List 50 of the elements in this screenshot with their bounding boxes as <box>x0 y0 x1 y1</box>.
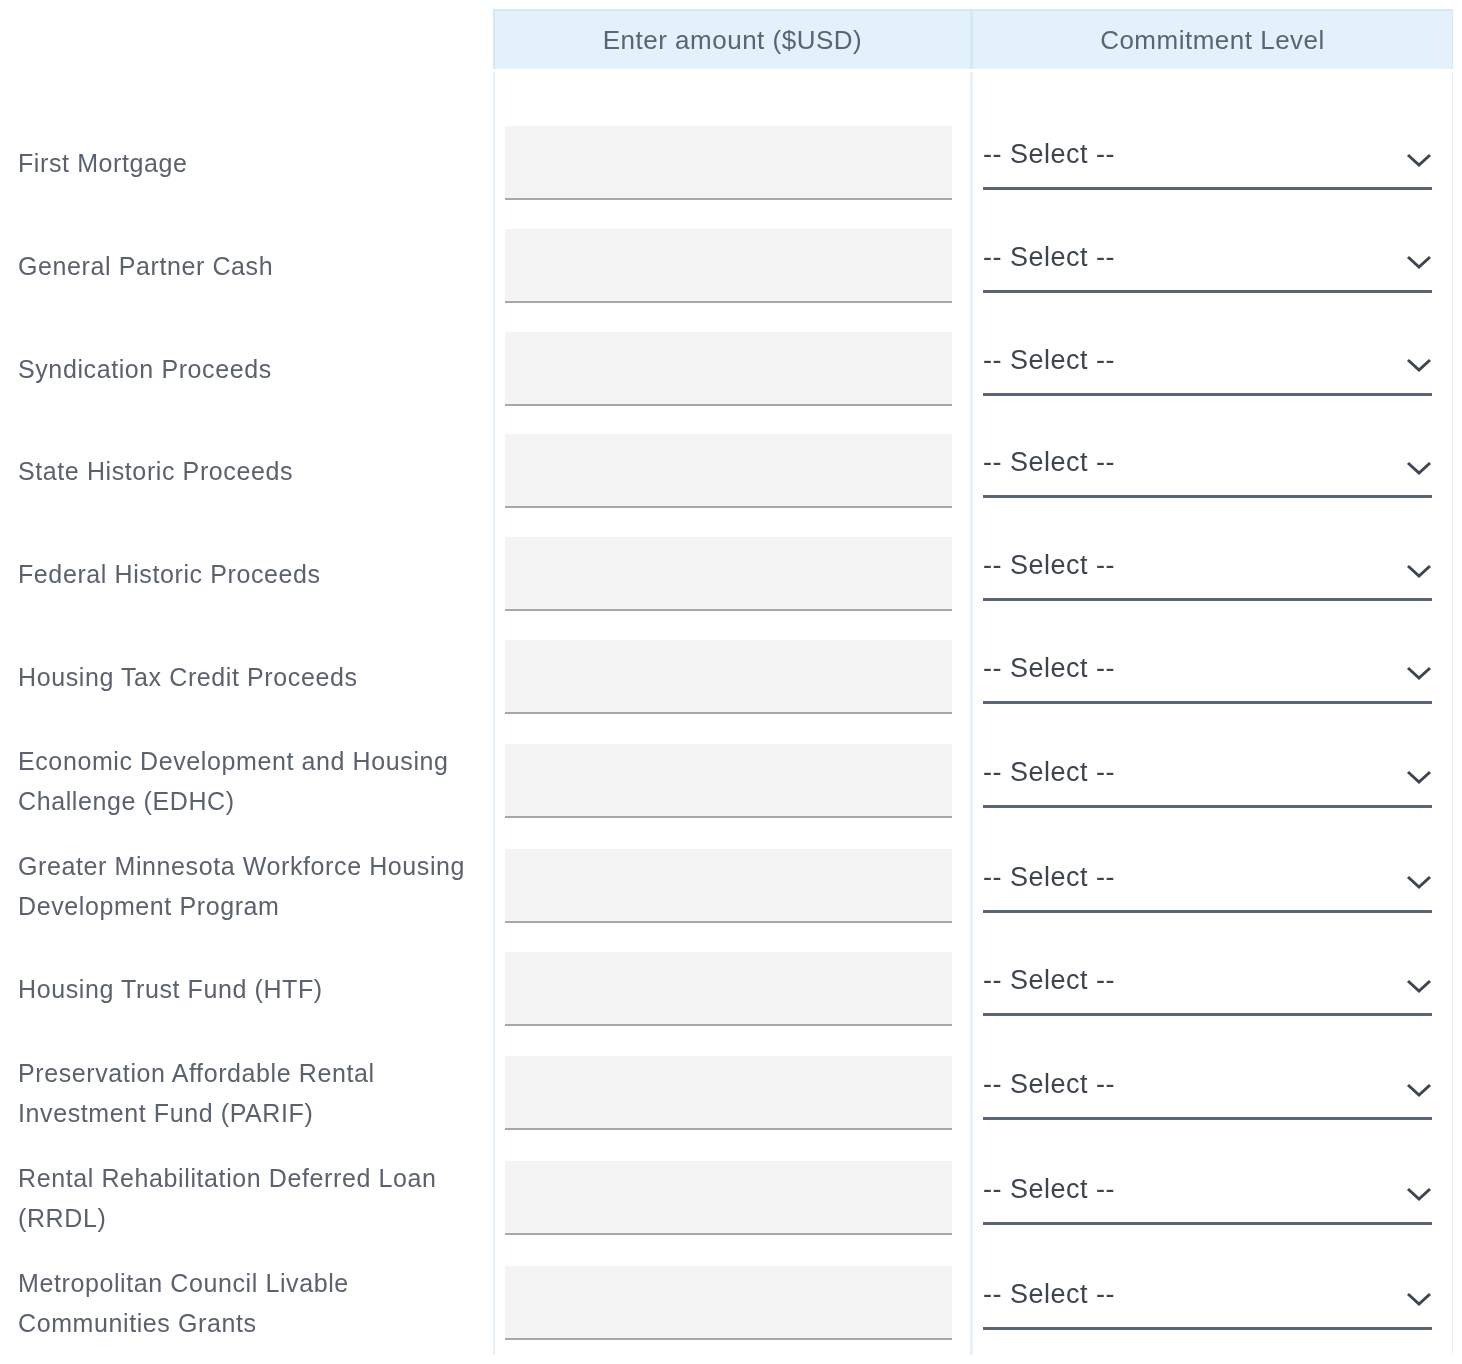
row-label: General Partner Cash <box>18 250 274 282</box>
commitment-select[interactable]: -- Select -- <box>983 1160 1432 1225</box>
row-label: Federal Historic Proceeds <box>18 559 321 591</box>
chevron-down-icon <box>1406 769 1432 786</box>
chevron-down-icon <box>1406 1081 1432 1098</box>
commitment-select[interactable]: -- Select -- <box>983 743 1432 808</box>
row-label: Rental Rehabilitation Deferred Loan (RRDL) <box>18 1162 438 1234</box>
commitment-select[interactable]: -- Select -- <box>983 952 1432 1017</box>
chevron-down-icon <box>1406 357 1432 374</box>
row-label: Metropolitan Council Livable Communities Grants <box>18 1267 350 1339</box>
commitment-select[interactable]: -- Select -- <box>983 537 1432 602</box>
chevron-down-icon <box>1406 459 1432 476</box>
chevron-down-icon <box>1406 562 1432 579</box>
commitment-select[interactable]: -- Select -- <box>983 1056 1432 1121</box>
row-label: State Historic Proceeds <box>18 456 294 488</box>
amount-input-field[interactable] <box>505 1056 952 1131</box>
amount-input-field[interactable] <box>505 639 952 714</box>
commitment-select[interactable]: -- Select -- <box>983 331 1432 396</box>
chevron-down-icon <box>1406 151 1432 168</box>
amount-input-field[interactable] <box>505 537 952 612</box>
chevron-down-icon <box>1406 977 1432 994</box>
amount-input-field[interactable] <box>505 126 952 201</box>
chevron-down-icon <box>1406 1186 1432 1203</box>
amount-input-field[interactable] <box>505 1160 952 1235</box>
row-label: Housing Tax Credit Proceeds <box>18 661 358 693</box>
commitment-select[interactable]: -- Select -- <box>983 126 1432 191</box>
row-label: Syndication Proceeds <box>18 353 272 385</box>
commitment-select[interactable]: -- Select -- <box>983 1265 1432 1330</box>
amount-input-field[interactable] <box>505 848 952 923</box>
column-header: Commitment Level <box>971 9 1453 69</box>
row-label: Housing Trust Fund (HTF) <box>18 974 323 1006</box>
column-header: Enter amount ($USD) <box>493 9 971 69</box>
row-label: Economic Development and Housing Challenge (EDHC) <box>18 745 450 817</box>
commitment-select[interactable]: -- Select -- <box>983 639 1432 704</box>
amount-input-field[interactable] <box>505 952 952 1027</box>
amount-input-field[interactable] <box>505 434 952 509</box>
amount-input-field[interactable] <box>505 331 952 406</box>
chevron-down-icon <box>1406 665 1432 682</box>
amount-input-field[interactable] <box>505 743 952 818</box>
amount-input-field[interactable] <box>505 228 952 303</box>
row-label: Greater Minnesota Workforce Housing Development Program <box>18 850 467 922</box>
commitment-select[interactable]: -- Select -- <box>983 848 1432 913</box>
row-label: First Mortgage <box>18 148 188 180</box>
chevron-down-icon <box>1406 874 1432 890</box>
commitment-select[interactable]: -- Select -- <box>983 434 1432 499</box>
row-label: Preservation Affordable Rental Investment Fund (PARIF) <box>18 1058 376 1130</box>
amount-input-field[interactable] <box>505 1265 952 1340</box>
chevron-down-icon <box>1406 1291 1432 1308</box>
commitment-select[interactable]: -- Select -- <box>983 228 1432 293</box>
chevron-down-icon <box>1406 254 1432 271</box>
